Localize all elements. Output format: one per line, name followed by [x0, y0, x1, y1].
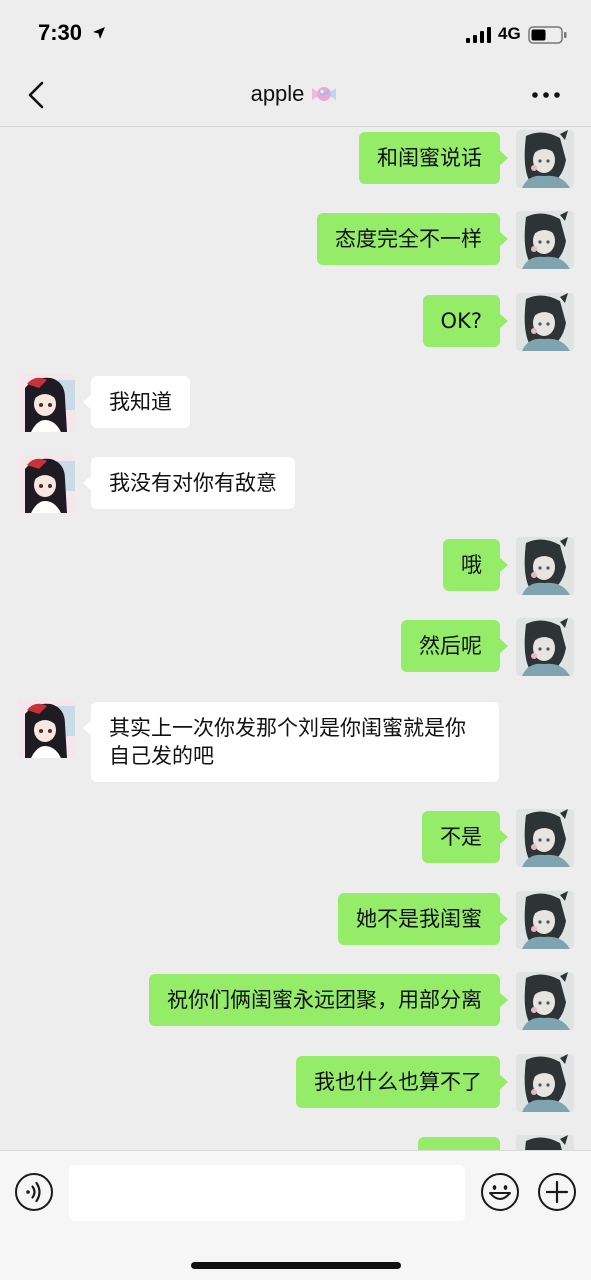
- contact-avatar[interactable]: [17, 700, 75, 758]
- message-bubble[interactable]: [418, 1137, 500, 1150]
- chat-title-text: apple: [250, 81, 305, 106]
- message-bubble[interactable]: 和闺蜜说话: [359, 132, 508, 184]
- my-avatar[interactable]: [516, 293, 574, 351]
- network-type: 4G: [498, 24, 521, 43]
- location-arrow-icon: [93, 27, 105, 39]
- message-bubble[interactable]: 不是: [422, 811, 508, 863]
- message-bubble[interactable]: 我没有对你有敌意: [83, 457, 295, 509]
- home-indicator: [191, 1262, 401, 1269]
- my-avatar[interactable]: [516, 809, 574, 867]
- message-input[interactable]: [69, 1165, 465, 1221]
- more-options-icon[interactable]: [529, 82, 563, 108]
- message-bubble[interactable]: 我知道: [83, 376, 190, 428]
- my-avatar[interactable]: [516, 211, 574, 269]
- my-avatar[interactable]: [516, 972, 574, 1030]
- contact-avatar[interactable]: [17, 455, 75, 513]
- chat-title: apple: [0, 81, 591, 107]
- message-bubble[interactable]: OK?: [422, 295, 509, 347]
- message-bubble[interactable]: 哦: [443, 539, 508, 591]
- message-bubble[interactable]: 她不是我闺蜜: [338, 893, 508, 945]
- cellular-signal-icon: [466, 27, 491, 43]
- my-avatar[interactable]: [516, 891, 574, 949]
- my-avatar[interactable]: [516, 1135, 574, 1150]
- battery-icon: [528, 26, 567, 44]
- message-bubble[interactable]: 我也什么也算不了: [296, 1056, 508, 1108]
- status-bar: 7:30 4G: [0, 0, 591, 66]
- message-list[interactable]: 和闺蜜说话 态度完全不一样 OK? 我知道 我没有对你有敌意 哦 然后呢 其实上…: [0, 128, 591, 1150]
- voice-input-icon[interactable]: [14, 1172, 54, 1212]
- message-bubble[interactable]: 其实上一次你发那个刘是你闺蜜就是你自己发的吧: [83, 702, 499, 782]
- my-avatar[interactable]: [516, 537, 574, 595]
- message-bubble[interactable]: 祝你们俩闺蜜永远团聚，用部分离: [149, 974, 508, 1026]
- my-avatar[interactable]: [516, 1054, 574, 1112]
- add-more-icon[interactable]: [537, 1172, 577, 1212]
- my-avatar[interactable]: [516, 618, 574, 676]
- message-bubble[interactable]: 然后呢: [401, 620, 508, 672]
- chat-header: apple: [0, 66, 591, 127]
- message-bubble[interactable]: 态度完全不一样: [317, 213, 508, 265]
- emoji-icon[interactable]: [480, 1172, 520, 1212]
- candy-icon: [312, 87, 337, 101]
- status-time: 7:30: [38, 20, 83, 45]
- contact-avatar[interactable]: [17, 374, 75, 432]
- input-bar: [0, 1150, 591, 1280]
- my-avatar[interactable]: [516, 130, 574, 188]
